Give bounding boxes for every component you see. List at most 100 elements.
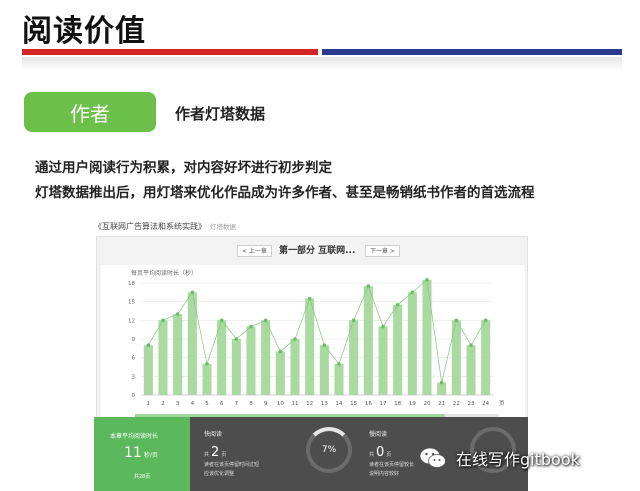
chart-point — [219, 318, 224, 323]
avg-time-footer: 共28页 — [134, 474, 151, 480]
fast-reading-value: 共2页 — [204, 445, 259, 460]
chart-point — [161, 318, 165, 323]
fast-suffix: 页 — [221, 452, 227, 458]
chart-point — [425, 278, 429, 282]
chart-panel: < 上一章 第一部分 互联网... 下一章 > 每页平均阅读时长（秒） 0 3 6 9 1… — [96, 236, 528, 432]
x-tick-label: 11 — [292, 401, 299, 407]
avg-time-label: 本章平均阅读时长 — [110, 433, 159, 440]
x-tick-label: 1 — [147, 401, 151, 407]
chart-bar — [466, 345, 476, 395]
page-title: 阅读价值 — [22, 14, 146, 49]
y-tick-label: 12 — [128, 318, 135, 324]
x-tick-label: 24 — [482, 401, 489, 407]
chart-bar — [393, 304, 403, 395]
x-tick-label: 16 — [365, 401, 372, 407]
chart-bar — [305, 298, 315, 395]
chart-point — [263, 318, 268, 323]
x-tick-label: 17 — [380, 401, 387, 407]
x-tick-label: 10 — [277, 401, 284, 407]
x-tick-label: 4 — [191, 401, 195, 407]
chart-bar — [378, 326, 388, 395]
chart-box: 每页平均阅读时长（秒） 0 3 6 9 12 15 18 1 2 3 4 5 6 7 8 9 10 11 12 13 14… — [101, 265, 525, 427]
chart-point — [381, 324, 385, 329]
paragraph-1: 通过用户阅读行为积累，对内容好坏进行初步判定 — [35, 160, 332, 176]
book-title: 《互联网广告算法和系统实践》 灯塔数据 — [94, 221, 236, 232]
avg-time-panel: 本章平均阅读时长 11 秒/页 共28页 — [94, 417, 190, 491]
chart-bar — [217, 320, 227, 395]
watermark-text: 在线写作gitbook — [456, 450, 580, 469]
slow-reading-desc-2: 说明内容较好 — [369, 471, 400, 477]
y-tick-label: 9 — [132, 337, 136, 343]
x-tick-label: 21 — [438, 401, 445, 407]
x-tick-label: 7 — [235, 401, 239, 407]
fast-count: 2 — [211, 445, 220, 460]
chart-bar — [422, 279, 432, 395]
x-tick-label: 15 — [350, 401, 357, 407]
fast-reading-ring: 7% — [306, 427, 352, 473]
x-tick-label: 23 — [468, 401, 475, 407]
y-tick-label: 18 — [128, 281, 135, 287]
chart-bar — [261, 320, 271, 395]
x-tick-label: 9 — [264, 401, 268, 407]
author-tab-button[interactable]: 作者 — [24, 92, 156, 132]
chart-bar — [451, 320, 461, 395]
book-title-text: 《互联网广告算法和系统实践》 — [94, 222, 206, 231]
x-tick-label: 20 — [424, 401, 431, 407]
chart-bar — [349, 320, 359, 395]
chart-point — [439, 380, 444, 385]
slow-reading-label: 慢阅读 — [369, 431, 388, 438]
slow-suffix: 页 — [386, 452, 392, 458]
y-tick-label: 3 — [132, 374, 136, 380]
prev-chapter-button[interactable]: < 上一章 — [237, 245, 272, 257]
chart-point — [249, 324, 253, 329]
y-tick-label: 0 — [132, 393, 136, 399]
chart-bar — [481, 320, 491, 395]
watermark: 在线写作gitbook — [418, 444, 580, 472]
chart-point — [395, 302, 400, 307]
x-tick-label: 12 — [306, 401, 313, 407]
chart-bar — [143, 345, 153, 395]
chart-bar — [363, 286, 373, 395]
chart-point — [366, 284, 371, 288]
x-tick-label: 3 — [176, 401, 180, 407]
chart-bar — [202, 363, 212, 395]
fast-reading-label: 快阅读 — [204, 431, 223, 438]
chart-point — [293, 337, 297, 341]
fast-prefix: 共 — [204, 452, 210, 458]
avg-time-value: 11 秒/页 — [124, 445, 158, 461]
chart-bar — [437, 382, 447, 395]
chart-bar — [407, 292, 417, 395]
y-tick-label: 15 — [128, 300, 135, 306]
chart-trend-line — [148, 279, 486, 383]
x-tick-label: 6 — [220, 401, 224, 407]
chart-bar — [290, 339, 300, 395]
y-tick-label: 6 — [132, 356, 136, 362]
chart-bar — [334, 363, 344, 395]
avg-time-number: 11 — [124, 445, 142, 461]
x-tick-label: 8 — [249, 401, 253, 407]
chart-point — [469, 343, 473, 348]
chart-bar — [158, 320, 168, 395]
slow-reading-value: 共0页 — [369, 445, 414, 460]
slow-prefix: 共 — [369, 452, 375, 458]
chart-point — [410, 290, 415, 295]
book-title-sub: 灯塔数据 — [210, 223, 236, 231]
next-chapter-button[interactable]: 下一章 > — [365, 245, 400, 257]
chart-point — [322, 343, 327, 348]
header-shadow — [22, 57, 622, 71]
section-subtitle: 作者灯塔数据 — [175, 105, 266, 123]
chart-point — [175, 312, 180, 316]
chart-bar — [319, 345, 329, 395]
avg-time-unit: 秒/页 — [143, 452, 158, 459]
chart-title: 每页平均阅读时长（秒） — [131, 269, 197, 277]
chapter-title: 第一部分 互联网... — [279, 246, 356, 256]
paragraph-2: 灯塔数据推出后，用灯塔来优化作品成为许多作者、甚至是畅销纸书作者的首选流程 — [35, 185, 535, 201]
fast-reading-desc-2: 应该优化调整 — [204, 471, 235, 477]
header-divider-blue — [322, 49, 622, 55]
x-tick-label: 13 — [321, 401, 328, 407]
reading-time-chart: 每页平均阅读时长（秒）03691215181 2 3 4 5 6 7 8 9 10 11 12 13 14… — [128, 269, 505, 418]
wechat-icon — [419, 447, 446, 468]
chart-point — [278, 349, 283, 354]
chart-point — [483, 318, 488, 323]
slow-count: 0 — [376, 445, 385, 460]
